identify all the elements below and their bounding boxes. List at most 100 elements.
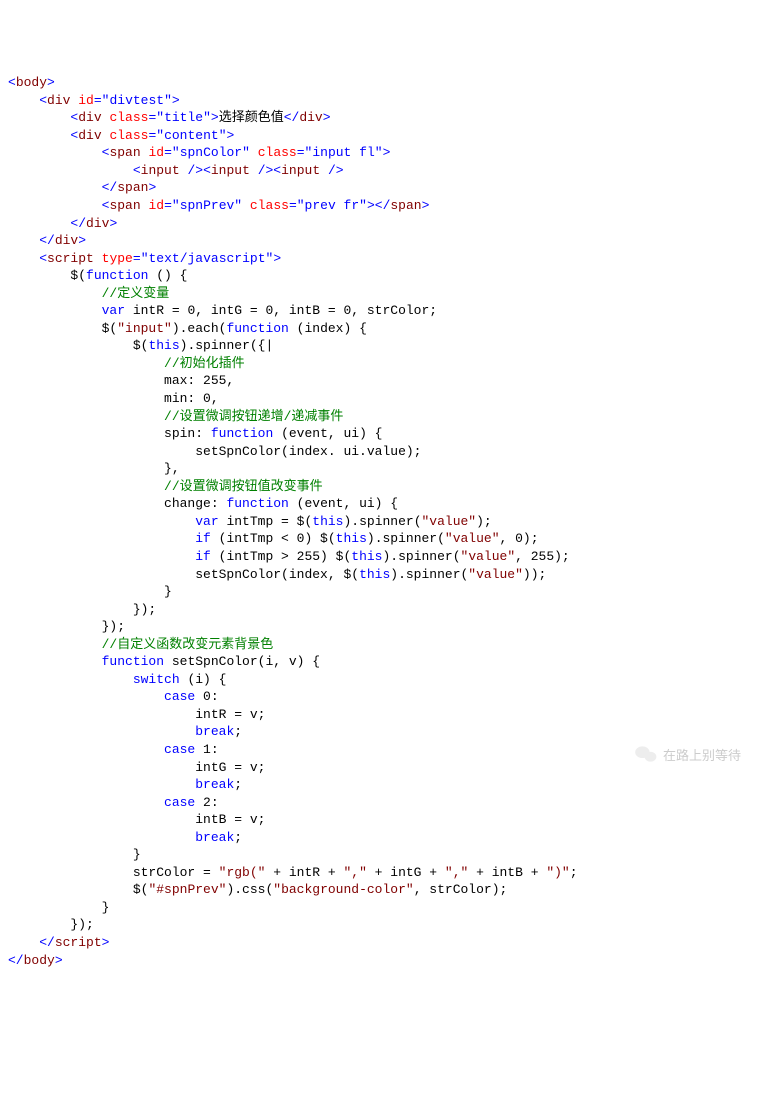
code-token-val: "title": [156, 110, 211, 125]
code-token-plain: [8, 830, 195, 845]
code-token-name: div: [299, 110, 322, 125]
code-token-plain: (intTmp < 0) $(: [211, 531, 336, 546]
code-line: strColor = "rgb(" + intR + "," + intG + …: [8, 864, 759, 882]
code-token-val: "divtest": [102, 93, 172, 108]
code-token-plain: (event, ui) {: [273, 426, 382, 441]
code-line: min: 0,: [8, 390, 759, 408]
code-token-plain: });: [8, 917, 94, 932]
code-token-plain: (index) {: [289, 321, 367, 336]
code-line: }: [8, 846, 759, 864]
code-line: $(function () {: [8, 267, 759, 285]
code-token-plain: }: [8, 900, 109, 915]
code-token-plain: [8, 198, 102, 213]
code-line: <div class="content">: [8, 127, 759, 145]
code-token-plain: ).spinner(: [367, 531, 445, 546]
code-line: });: [8, 618, 759, 636]
code-token-tag: >: [55, 953, 63, 968]
code-line: });: [8, 601, 759, 619]
code-token-plain: [8, 654, 102, 669]
code-line: switch (i) {: [8, 671, 759, 689]
code-token-cmt: //初始化插件: [164, 356, 245, 371]
code-token-str: ",": [343, 865, 366, 880]
code-token-attr: class: [250, 198, 289, 213]
code-token-str: "value": [468, 567, 523, 582]
code-line: break;: [8, 776, 759, 794]
code-line: if (intTmp < 0) $(this).spinner("value",…: [8, 530, 759, 548]
code-line: $("input").each(function (index) {: [8, 320, 759, 338]
code-token-plain: [8, 777, 195, 792]
code-token-kw: if: [195, 549, 211, 564]
code-token-tag: =: [133, 251, 141, 266]
code-line: break;: [8, 829, 759, 847]
code-token-kw: function: [102, 654, 164, 669]
code-token-tag: /><: [187, 163, 210, 178]
code-token-attr: class: [109, 128, 148, 143]
code-line: <input /><input /><input />: [8, 162, 759, 180]
code-token-attr: id: [78, 93, 94, 108]
code-line: var intR = 0, intG = 0, intB = 0, strCol…: [8, 302, 759, 320]
code-token-kw: break: [195, 724, 234, 739]
code-line: $(this).spinner({|: [8, 337, 759, 355]
code-token-plain: [8, 795, 164, 810]
code-token-kw: function: [86, 268, 148, 283]
code-token-tag: >: [323, 110, 331, 125]
code-token-plain: [8, 479, 164, 494]
code-token-attr: class: [109, 110, 148, 125]
code-line: </script>: [8, 934, 759, 952]
code-token-name: div: [78, 110, 101, 125]
code-token-kw: var: [195, 514, 218, 529]
code-token-val: "spnPrev": [172, 198, 242, 213]
code-token-name: div: [86, 216, 109, 231]
code-token-plain: },: [8, 461, 180, 476]
code-token-plain: + intB +: [468, 865, 546, 880]
code-token-plain: + intG +: [367, 865, 445, 880]
code-token-plain: [8, 110, 70, 125]
code-token-plain: }: [8, 584, 172, 599]
code-line: <script type="text/javascript">: [8, 250, 759, 268]
code-token-plain: max: 255,: [8, 373, 234, 388]
code-token-plain: 2:: [195, 795, 218, 810]
code-line: <span id="spnPrev" class="prev fr"></spa…: [8, 197, 759, 215]
code-token-plain: $(: [8, 882, 148, 897]
code-token-plain: intTmp = $(: [219, 514, 313, 529]
code-token-plain: [8, 286, 102, 301]
code-token-plain: [320, 163, 328, 178]
code-line: case 1:: [8, 741, 759, 759]
code-token-plain: , strColor);: [414, 882, 508, 897]
code-token-cmt: //设置微调按钮值改变事件: [164, 479, 323, 494]
code-line: <body>: [8, 74, 759, 92]
code-token-plain: $(: [8, 268, 86, 283]
code-token-kw: function: [226, 496, 288, 511]
code-line: });: [8, 916, 759, 934]
code-token-plain: ).spinner(: [343, 514, 421, 529]
code-line: intG = v;: [8, 759, 759, 777]
code-token-plain: intR = v;: [8, 707, 265, 722]
code-token-plain: [8, 180, 102, 195]
code-token-plain: [8, 128, 70, 143]
code-token-str: "#spnPrev": [148, 882, 226, 897]
code-line: spin: function (event, ui) {: [8, 425, 759, 443]
code-line: $("#spnPrev").css("background-color", st…: [8, 881, 759, 899]
code-line: //自定义函数改变元素背景色: [8, 636, 759, 654]
code-token-plain: [8, 531, 195, 546]
code-token-kw: this: [312, 514, 343, 529]
code-line: intR = v;: [8, 706, 759, 724]
code-token-plain: [94, 251, 102, 266]
code-token-val: "text/javascript": [141, 251, 274, 266]
code-token-tag: </: [102, 180, 118, 195]
code-token-kw: case: [164, 689, 195, 704]
code-token-tag: <: [39, 93, 47, 108]
code-token-plain: + intR +: [265, 865, 343, 880]
code-token-plain: ).spinner({|: [180, 338, 274, 353]
code-token-val: "input fl": [305, 145, 383, 160]
code-token-str: "value": [422, 514, 477, 529]
code-line: //定义变量: [8, 285, 759, 303]
code-token-tag: >: [211, 110, 219, 125]
code-token-name: body: [16, 75, 47, 90]
code-token-name: span: [117, 180, 148, 195]
code-token-str: "input": [117, 321, 172, 336]
code-token-kw: break: [195, 777, 234, 792]
code-token-plain: [8, 724, 195, 739]
code-line: intB = v;: [8, 811, 759, 829]
code-token-plain: [8, 514, 195, 529]
